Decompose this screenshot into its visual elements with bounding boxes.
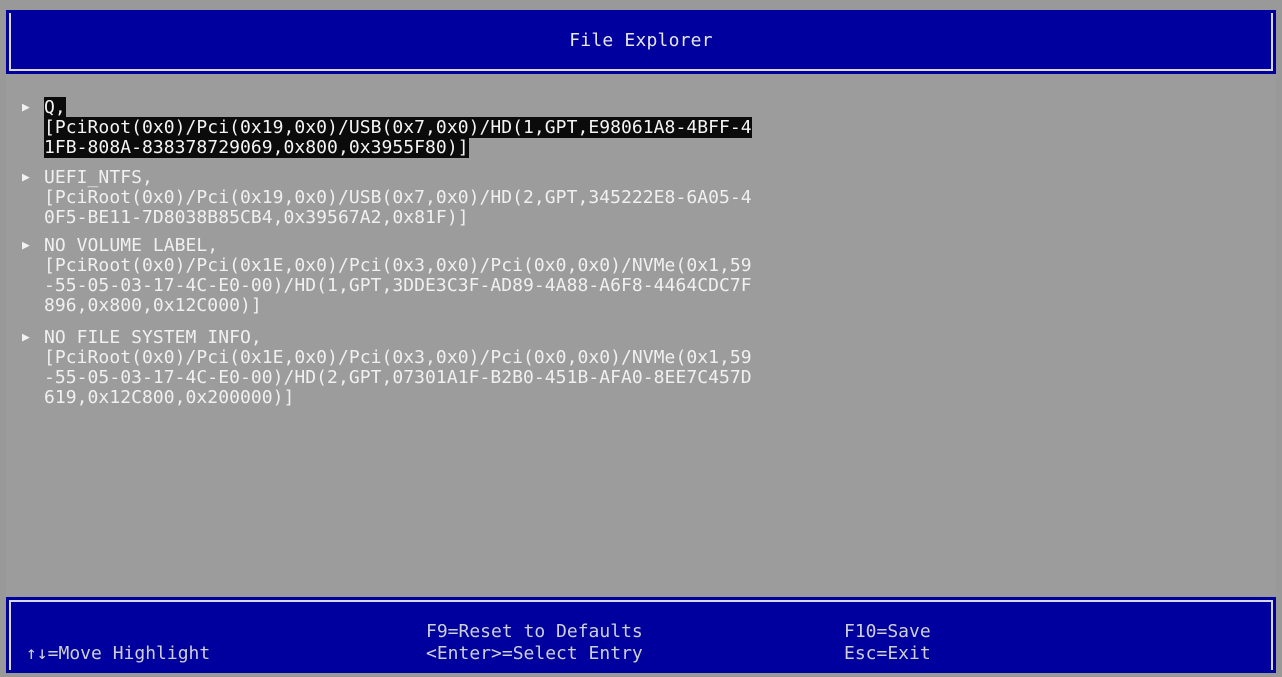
entry-device-path: -55-05-03-17-4C-E0-00)/HD(2,GPT,07301A1F… xyxy=(44,367,752,388)
entry-device-path: [PciRoot(0x0)/Pci(0x19,0x0)/USB(0x7,0x0)… xyxy=(44,187,752,208)
title-bar: File Explorer xyxy=(6,10,1276,74)
help-select-entry: <Enter>=Select Entry xyxy=(426,643,643,664)
right-triangle-icon: ▶ xyxy=(22,170,30,185)
right-triangle-icon: ▶ xyxy=(22,238,30,253)
entry-device-path: 1FB-808A-838378729069,0x800,0x3955F80)] xyxy=(44,137,469,158)
help-exit: Esc=Exit xyxy=(844,643,931,664)
entry-device-path: 896,0x800,0x12C000)] xyxy=(44,295,262,316)
page-title: File Explorer xyxy=(569,30,713,51)
right-triangle-icon: ▶ xyxy=(22,330,30,345)
entry-device-path: [PciRoot(0x0)/Pci(0x19,0x0)/USB(0x7,0x0)… xyxy=(44,117,752,138)
entry-label: UEFI_NTFS, xyxy=(44,167,153,188)
help-move-highlight: ↑↓=Move Highlight xyxy=(26,643,211,664)
entry-device-path: 0F5-BE11-7D8038B85CB4,0x39567A2,0x81F)] xyxy=(44,207,469,228)
help-save: F10=Save xyxy=(844,621,931,642)
help-reset-defaults: F9=Reset to Defaults xyxy=(426,621,643,642)
entry-device-path: 619,0x12C800,0x200000)] xyxy=(44,387,295,408)
footer-help-bar: ↑↓=Move Highlight F9=Reset to Defaults <… xyxy=(6,597,1276,673)
entry-device-path: [PciRoot(0x0)/Pci(0x1E,0x0)/Pci(0x3,0x0)… xyxy=(44,255,752,276)
entry-label: Q, xyxy=(44,97,66,118)
entry-label: NO VOLUME LABEL, xyxy=(44,235,219,256)
bios-screen: File Explorer ▶ Q, [PciRoot(0x0)/Pci(0x1… xyxy=(0,0,1282,677)
right-triangle-icon: ▶ xyxy=(22,100,30,115)
file-explorer-list: ▶ Q, [PciRoot(0x0)/Pci(0x19,0x0)/USB(0x7… xyxy=(6,74,1276,596)
entry-device-path: -55-05-03-17-4C-E0-00)/HD(1,GPT,3DDE3C3F… xyxy=(44,275,752,296)
entry-label: NO FILE SYSTEM INFO, xyxy=(44,327,262,348)
entry-device-path: [PciRoot(0x0)/Pci(0x1E,0x0)/Pci(0x3,0x0)… xyxy=(44,347,752,368)
